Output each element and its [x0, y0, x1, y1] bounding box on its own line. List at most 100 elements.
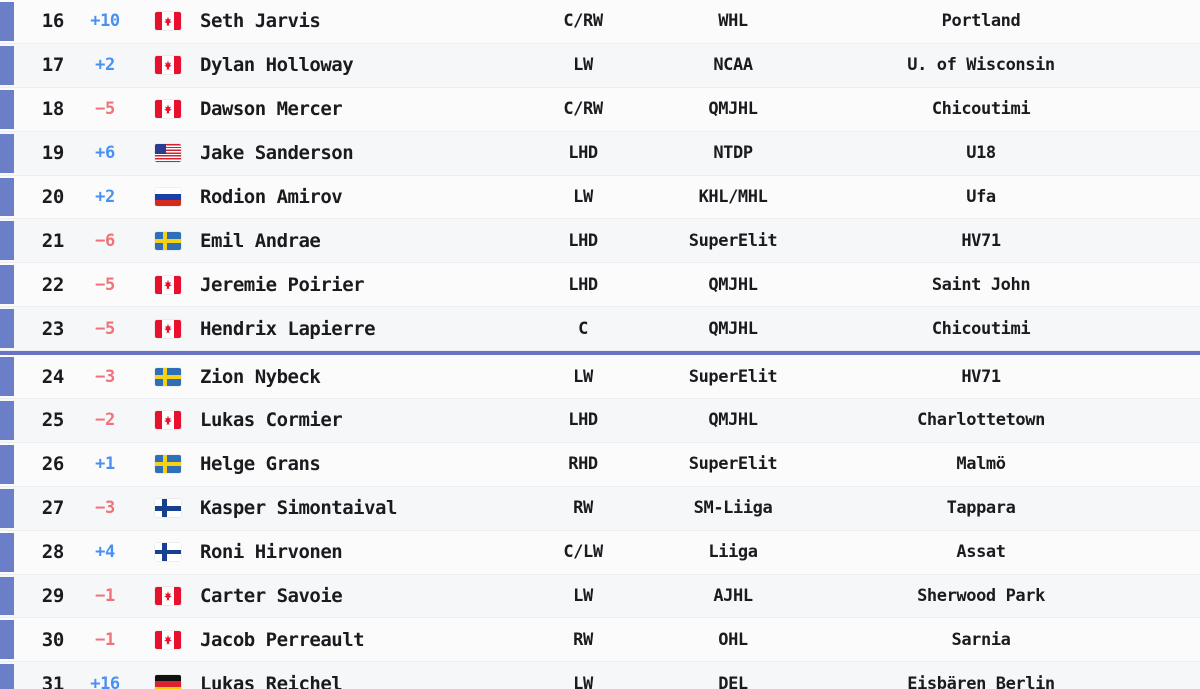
canada-flag-icon [155, 275, 181, 294]
movement-delta-cell: +2 [95, 55, 115, 76]
country-flag-cell [140, 12, 188, 31]
table-row[interactable]: 23 −5 Hendrix Lapierre C QMJHL Chicoutimi [0, 307, 1200, 352]
finland-flag-icon [155, 543, 181, 562]
russia-flag-icon [155, 188, 181, 206]
canada-flag-icon [155, 56, 181, 75]
country-flag-cell [140, 674, 188, 689]
table-row[interactable]: 24 −3 Zion Nybeck LW SuperElit HV71 [0, 355, 1200, 400]
table-row[interactable]: 25 −2 Lukas Cormier LHD QMJHL Charlottetown [0, 399, 1200, 443]
league-cell: NCAA [713, 55, 753, 76]
team-cell: Sarnia [951, 629, 1011, 650]
team-cell: Tappara [946, 498, 1016, 519]
table-row[interactable]: 30 −1 Jacob Perreault RW OHL Sarnia [0, 618, 1200, 663]
movement-delta-cell: −1 [95, 586, 115, 607]
position-cell: RHD [568, 454, 598, 475]
player-name-cell[interactable]: Dylan Holloway [188, 54, 518, 76]
table-row[interactable]: 29 −1 Carter Savoie LW AJHL Sherwood Park [0, 574, 1200, 619]
player-name-cell[interactable]: Helge Grans [188, 453, 518, 475]
row-accent-bar [0, 45, 14, 85]
position-cell: C/LW [563, 542, 603, 563]
movement-delta-cell: −6 [95, 230, 115, 251]
team-cell: Assat [956, 542, 1006, 563]
country-flag-cell [140, 100, 188, 119]
team-cell: Saint John [931, 274, 1031, 295]
movement-delta-cell: −2 [95, 410, 115, 431]
movement-delta-cell: −3 [95, 498, 115, 519]
country-flag-cell [140, 411, 188, 430]
player-name-cell[interactable]: Hendrix Lapierre [188, 318, 518, 340]
row-accent-bar [0, 89, 14, 129]
table-row[interactable]: 28 +4 Roni Hirvonen C/LW Liiga Assat [0, 530, 1200, 575]
table-row[interactable]: 16 +10 Seth Jarvis C/RW WHL Portland [0, 0, 1200, 44]
team-cell: Portland [941, 11, 1021, 32]
table-row[interactable]: 22 −5 Jeremie Poirier LHD QMJHL Saint John [0, 263, 1200, 308]
league-cell: NTDP [713, 143, 753, 164]
canada-flag-icon [155, 100, 181, 119]
league-cell: Liiga [708, 542, 758, 563]
player-name-cell[interactable]: Jake Sanderson [188, 142, 518, 164]
movement-delta-cell: +1 [95, 454, 115, 475]
row-accent-bar [0, 357, 14, 397]
player-name-cell[interactable]: Rodion Amirov [188, 186, 518, 208]
position-cell: LW [573, 673, 593, 689]
player-name-cell[interactable]: Kasper Simontaival [188, 497, 518, 519]
movement-delta-cell: +6 [95, 143, 115, 164]
position-cell: LHD [568, 143, 598, 164]
canada-flag-icon [155, 587, 181, 606]
player-name-cell[interactable]: Jacob Perreault [188, 629, 518, 651]
table-row[interactable]: 20 +2 Rodion Amirov LW KHL/MHL Ufa [0, 175, 1200, 220]
row-accent-bar [0, 488, 14, 528]
position-cell: C/RW [563, 11, 603, 32]
row-accent-bar [0, 309, 14, 349]
player-name-cell[interactable]: Lukas Reichel [188, 673, 518, 689]
movement-delta-cell: +16 [90, 673, 120, 689]
country-flag-cell [140, 543, 188, 562]
movement-delta-cell: −1 [95, 629, 115, 650]
league-cell: AJHL [713, 586, 753, 607]
country-flag-cell [140, 319, 188, 338]
league-cell: QMJHL [708, 318, 758, 339]
player-name-cell[interactable]: Roni Hirvonen [188, 541, 518, 563]
sweden-flag-icon [155, 367, 181, 386]
player-name-cell[interactable]: Zion Nybeck [188, 366, 518, 388]
player-name-cell[interactable]: Jeremie Poirier [188, 274, 518, 296]
movement-delta-cell: −3 [95, 366, 115, 387]
team-cell: Chicoutimi [931, 99, 1031, 120]
table-row[interactable]: 18 −5 Dawson Mercer C/RW QMJHL Chicoutimi [0, 87, 1200, 132]
country-flag-cell [140, 188, 188, 206]
country-flag-cell [140, 499, 188, 518]
position-cell: RW [573, 498, 593, 519]
table-row[interactable]: 19 +6 Jake Sanderson LHD NTDP U18 [0, 131, 1200, 176]
country-flag-cell [140, 231, 188, 250]
row-accent-bar [0, 221, 14, 261]
table-row[interactable]: 31 +16 Lukas Reichel LW DEL Eisbären Berlin [0, 662, 1200, 689]
table-row[interactable]: 17 +2 Dylan Holloway LW NCAA U. of Wisconsin [0, 43, 1200, 88]
position-cell: LW [573, 586, 593, 607]
table-row[interactable]: 27 −3 Kasper Simontaival RW SM-Liiga Tappara [0, 486, 1200, 531]
canada-flag-icon [155, 411, 181, 430]
player-name-cell[interactable]: Lukas Cormier [188, 409, 518, 431]
player-name-cell[interactable]: Emil Andrae [188, 230, 518, 252]
country-flag-cell [140, 455, 188, 474]
movement-delta-cell: −5 [95, 274, 115, 295]
canada-flag-icon [155, 12, 181, 31]
table-row[interactable]: 21 −6 Emil Andrae LHD SuperElit HV71 [0, 219, 1200, 264]
sweden-flag-icon [155, 231, 181, 250]
canada-flag-icon [155, 630, 181, 649]
row-accent-bar [0, 532, 14, 572]
team-cell: Malmö [956, 454, 1006, 475]
country-flag-cell [140, 56, 188, 75]
player-name-cell[interactable]: Carter Savoie [188, 585, 518, 607]
league-cell: QMJHL [708, 274, 758, 295]
team-cell: Chicoutimi [931, 318, 1031, 339]
position-cell: LW [573, 55, 593, 76]
team-cell: HV71 [961, 366, 1001, 387]
player-name-cell[interactable]: Seth Jarvis [188, 10, 518, 32]
league-cell: OHL [718, 629, 748, 650]
position-cell: LHD [568, 274, 598, 295]
country-flag-cell [140, 587, 188, 606]
germany-flag-icon [155, 674, 181, 689]
table-row[interactable]: 26 +1 Helge Grans RHD SuperElit Malmö [0, 442, 1200, 487]
league-cell: QMJHL [708, 99, 758, 120]
player-name-cell[interactable]: Dawson Mercer [188, 98, 518, 120]
